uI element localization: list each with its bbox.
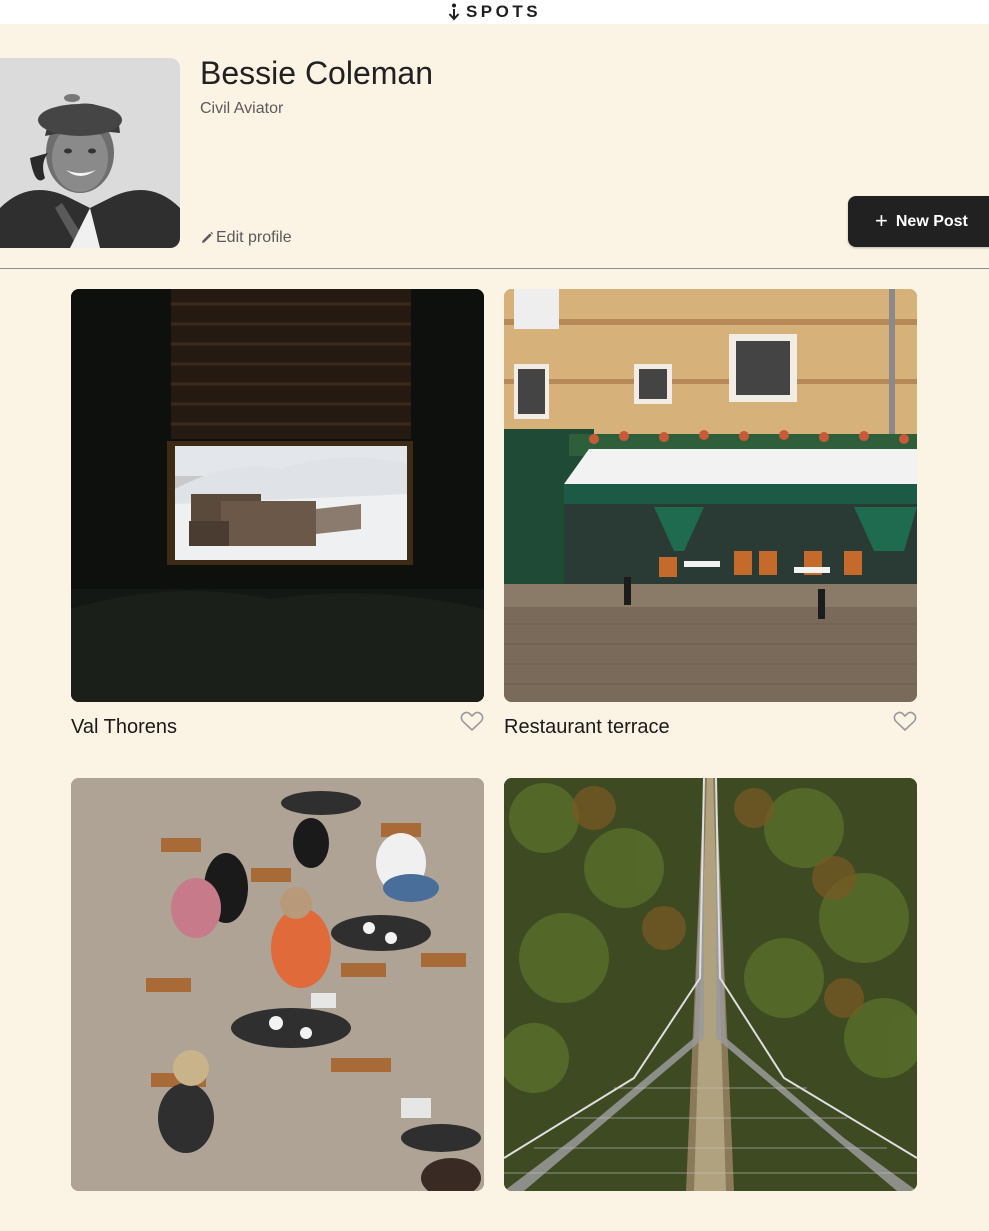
top-header: SPOTS xyxy=(0,0,989,24)
pencil-icon xyxy=(202,231,214,243)
logo-text: SPOTS xyxy=(465,2,542,21)
card-caption xyxy=(71,1191,484,1231)
card-image[interactable] xyxy=(504,289,917,702)
profile-name: Bessie Coleman xyxy=(200,55,433,91)
section-divider xyxy=(0,268,989,269)
profile-section: Bessie Coleman Civil Aviator Edit profil… xyxy=(0,24,989,270)
card-title: Restaurant terrace xyxy=(504,716,670,738)
new-post-label: New Post xyxy=(895,212,968,230)
card-image[interactable] xyxy=(504,778,917,1191)
edit-profile-button[interactable]: Edit profile xyxy=(200,229,292,247)
heart-icon[interactable] xyxy=(893,710,917,732)
card-caption: Val Thorens xyxy=(71,702,484,742)
card-cafe-tables xyxy=(71,778,484,1231)
profile-description: Civil Aviator xyxy=(200,100,284,117)
edit-profile-label: Edit profile xyxy=(216,229,292,246)
avatar xyxy=(0,58,180,248)
card-title: Val Thorens xyxy=(71,716,177,738)
card-caption: Restaurant terrace xyxy=(504,702,917,742)
logo[interactable]: SPOTS xyxy=(448,2,541,22)
logo-mark-icon xyxy=(448,3,460,21)
card-image[interactable] xyxy=(71,289,484,702)
card-val-thorens: Val Thorens xyxy=(71,289,484,742)
card-image[interactable] xyxy=(71,778,484,1191)
card-suspension-bridge xyxy=(504,778,917,1231)
card-caption xyxy=(504,1191,917,1231)
plus-icon: + xyxy=(875,207,888,233)
heart-icon[interactable] xyxy=(460,710,484,732)
card-restaurant-terrace: Restaurant terrace xyxy=(504,289,917,742)
new-post-button[interactable]: + New Post xyxy=(848,196,989,247)
